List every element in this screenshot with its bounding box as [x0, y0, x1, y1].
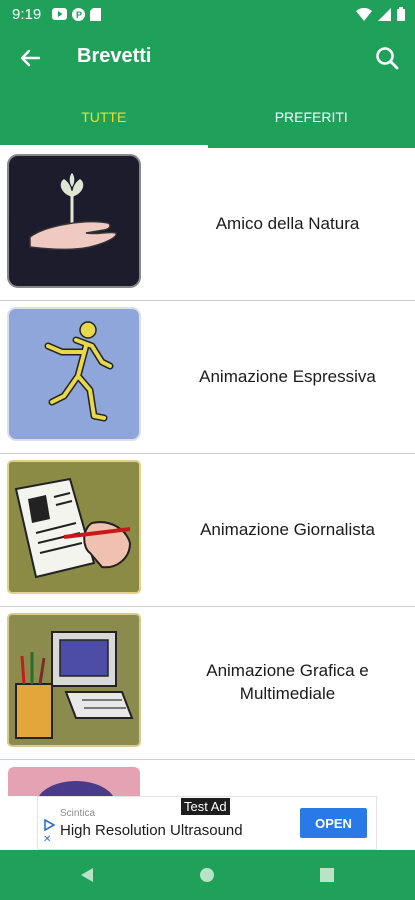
status-bar: 9:19 P: [0, 0, 415, 30]
ad-open-button[interactable]: OPEN: [300, 808, 367, 838]
search-button[interactable]: [371, 42, 403, 74]
battery-icon: [397, 7, 405, 21]
newspaper-writing-icon: [6, 459, 142, 595]
sd-card-icon: [90, 8, 101, 21]
notification-icons: P: [52, 8, 101, 21]
ad-banner[interactable]: Test Ad Scintica High Resolution Ultraso…: [37, 796, 377, 850]
nav-recents-icon: [320, 868, 334, 882]
item-label: Animazione Giornalista: [200, 519, 375, 539]
nav-home-icon: [200, 868, 214, 882]
item-label: Amico della Natura: [215, 213, 360, 233]
search-icon: [376, 47, 399, 70]
item-label: Animazione Grafica e Multimediale: [206, 661, 369, 703]
badge-thumbnail-icon: [6, 765, 142, 796]
list-item[interactable]: Amico della Natura: [0, 148, 415, 301]
nav-back-button[interactable]: [76, 864, 98, 886]
nav-recents-button[interactable]: [316, 864, 338, 886]
ad-headline[interactable]: High Resolution Ultrasound: [60, 822, 243, 839]
tab-all[interactable]: TUTTE: [0, 86, 208, 148]
signal-icon: [378, 7, 391, 21]
list-item-partial[interactable]: [0, 760, 415, 796]
youtube-icon: [52, 8, 67, 20]
list-item[interactable]: Animazione Grafica e Multimediale: [0, 607, 415, 760]
page-title: Brevetti: [77, 45, 152, 67]
system-icons: [356, 7, 405, 21]
badge-list: Amico della Natura Animazione Espressiva: [0, 148, 415, 796]
list-item[interactable]: Animazione Espressiva: [0, 301, 415, 454]
dancing-figure-icon: [6, 306, 142, 442]
tab-favorites[interactable]: PREFERITI: [208, 86, 415, 148]
system-nav-bar: [0, 850, 415, 900]
p-badge-icon: P: [72, 8, 85, 21]
nav-back-icon: [81, 868, 93, 882]
tab-all-label: TUTTE: [81, 109, 127, 125]
app-toolbar: Brevetti: [0, 30, 415, 86]
computer-with-pencils-icon: [6, 612, 142, 748]
ad-badge: Test Ad: [181, 798, 230, 815]
ad-close-icon[interactable]: ✕: [43, 834, 51, 845]
wifi-icon: [356, 7, 372, 21]
tab-bar: TUTTE PREFERITI: [0, 86, 415, 148]
item-label: Animazione Espressiva: [199, 366, 376, 386]
nav-home-button[interactable]: [196, 864, 218, 886]
status-time: 9:19: [12, 6, 42, 23]
ad-sponsor: Scintica: [60, 808, 96, 819]
list-item[interactable]: Animazione Giornalista: [0, 454, 415, 607]
hand-with-sprout-icon: [6, 153, 142, 289]
svg-text:P: P: [76, 10, 82, 20]
arrow-back-icon: [20, 49, 40, 67]
app-root: 9:19 P Brevetti TUTTE PREFERITI Amico de…: [0, 0, 415, 900]
ad-choices-icon[interactable]: [43, 819, 55, 831]
tab-favorites-label: PREFERITI: [274, 109, 348, 125]
back-button[interactable]: [14, 42, 46, 74]
